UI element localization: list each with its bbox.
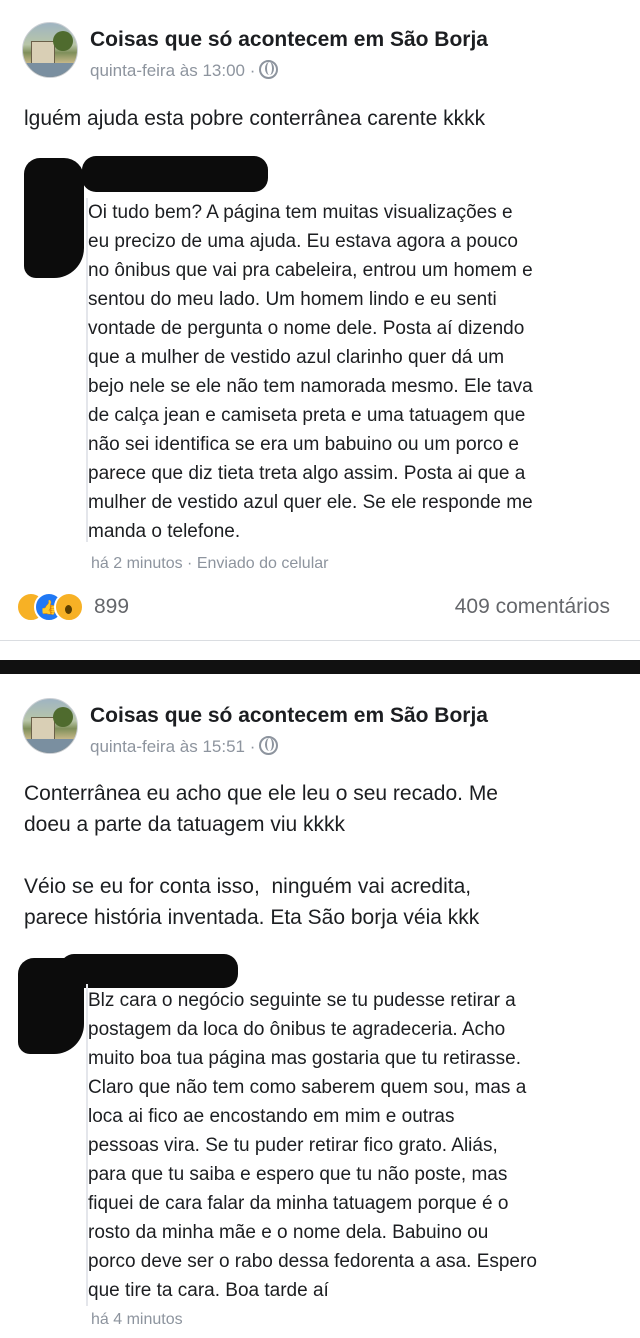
text-line: sentou do meu lado. Um homem lindo e eu … <box>88 289 497 310</box>
text-line: que a mulher de vestido azul clarinho qu… <box>88 347 505 368</box>
globe-icon <box>259 60 279 79</box>
message-meta: há 2 minutos · Enviado do celular <box>91 555 329 572</box>
comments-count-link[interactable]: 409 comentários <box>455 595 610 619</box>
page-name-link[interactable]: Coisas que só acontecem em São Borja <box>90 28 488 52</box>
text-line: Blz cara o negócio seguinte se tu pudess… <box>88 990 516 1011</box>
text-line: muito boa tua página mas gostaria que tu… <box>88 1048 522 1069</box>
post-caption: Conterrânea eu acho que ele leu o seu re… <box>24 778 498 933</box>
text-line: vontade de pergunta o nome dele. Posta a… <box>88 318 525 339</box>
text-line: que tire ta cara. Boa tarde aí <box>88 1280 329 1301</box>
text-line: mulher de vestido azul quer ele. Se ele … <box>88 492 533 513</box>
redaction-blob <box>24 158 84 278</box>
text-line: de calça jean e camiseta preta e uma tat… <box>88 405 526 426</box>
post-caption: lguém ajuda esta pobre conterrânea caren… <box>24 107 486 130</box>
text-line: Conterrânea eu acho que ele leu o seu re… <box>24 782 498 805</box>
page-avatar[interactable] <box>22 698 78 754</box>
reaction-count[interactable]: 899 <box>94 595 129 619</box>
post-timestamp[interactable]: quinta-feira às 13:00 · <box>90 60 279 81</box>
text-line: rosto da minha mãe e o nome dela. Babuin… <box>88 1222 489 1243</box>
screenshot-separator <box>0 660 640 674</box>
timestamp-text[interactable]: quinta-feira às 15:51 · <box>90 737 255 756</box>
text-line: Véio se eu for conta isso, ninguém vai a… <box>24 875 472 898</box>
text-line: Oi tudo bem? A página tem muitas visuali… <box>88 202 513 223</box>
text-line: doeu a parte da tatuagem viu kkkk <box>24 813 346 836</box>
globe-icon <box>259 736 279 755</box>
text-line: no ônibus que vai pra cabeleira, entrou … <box>88 260 533 281</box>
quoted-message: Oi tudo bem? A página tem muitas visuali… <box>88 198 533 546</box>
post-timestamp[interactable]: quinta-feira às 15:51 · <box>90 736 279 757</box>
redaction-blob <box>18 958 84 1054</box>
text-line: Claro que não tem como saberem quem sou,… <box>88 1077 527 1098</box>
divider-line <box>0 640 640 641</box>
text-line: eu precizo de uma ajuda. Eu estava agora… <box>88 231 518 252</box>
quoted-message: Blz cara o negócio seguinte se tu pudess… <box>88 986 537 1305</box>
timestamp-text[interactable]: quinta-feira às 13:00 · <box>90 61 255 80</box>
message-meta: há 4 minutos <box>91 1311 183 1328</box>
text-line: parece que diz tieta treta algo assim. P… <box>88 463 526 484</box>
text-line: parece história inventada. Eta São borja… <box>24 906 480 929</box>
text-line: pessoas vira. Se tu puder retirar fico g… <box>88 1135 498 1156</box>
text-line: manda o telefone. <box>88 521 241 542</box>
text-line: porco deve ser o rabo dessa fedorenta a … <box>88 1251 537 1272</box>
redaction-bar <box>60 954 238 988</box>
page-name-link[interactable]: Coisas que só acontecem em São Borja <box>90 704 488 728</box>
text-line: loca ai fico ae encostando em mim e outr… <box>88 1106 455 1127</box>
text-line: postagem da loca do ônibus te agradeceri… <box>88 1019 506 1040</box>
wow-icon <box>54 592 84 622</box>
page-avatar[interactable] <box>22 22 78 78</box>
text-line: fiquei de cara falar da minha tatuagem p… <box>88 1193 509 1214</box>
text-line: bejo nele se ele não tem namorada mesmo.… <box>88 376 533 397</box>
post-1: Coisas que só acontecem em São Borja qui… <box>0 0 640 660</box>
text-line: para que tu saiba e espero que tu não po… <box>88 1164 508 1185</box>
text-line: não sei identifica se era um babuino ou … <box>88 434 519 455</box>
redaction-bar <box>82 156 268 192</box>
post-2: Coisas que só acontecem em São Borja qui… <box>0 674 640 1338</box>
text-line <box>24 840 498 871</box>
